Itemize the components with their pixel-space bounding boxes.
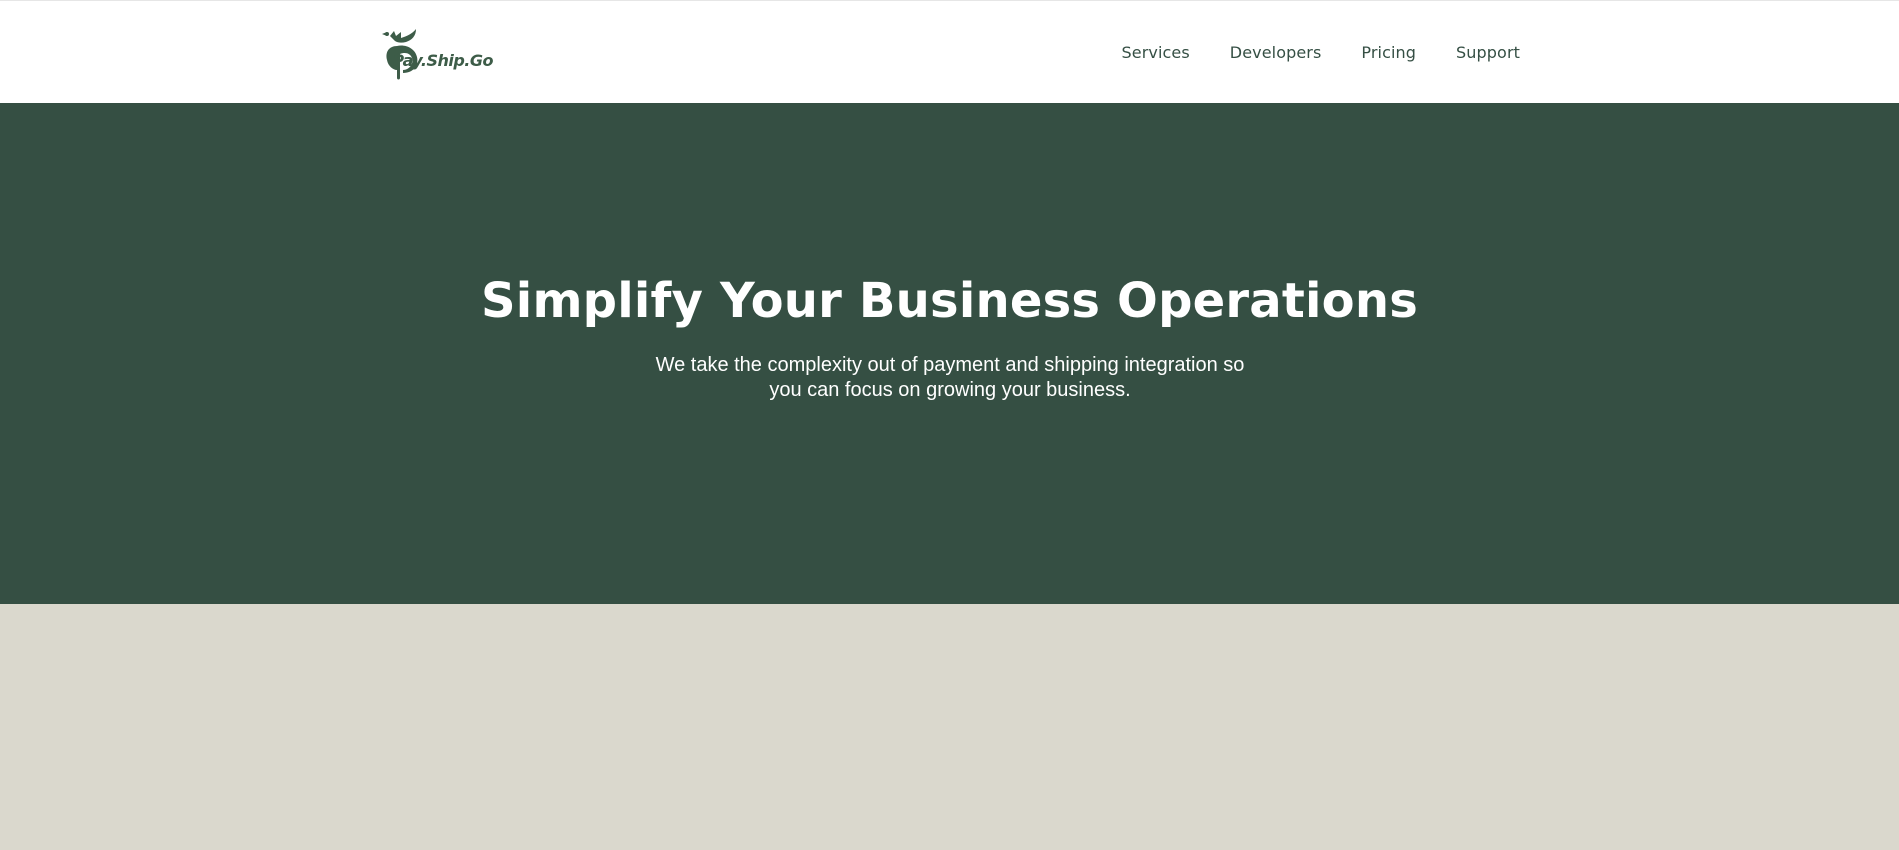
content-section [0,604,1899,850]
nav-link-services[interactable]: Services [1122,43,1190,62]
nav-link-developers[interactable]: Developers [1230,43,1322,62]
hero-subtitle: We take the complexity out of payment an… [655,354,1245,401]
nav-link-pricing[interactable]: Pricing [1361,43,1416,62]
hero-section: Simplify Your Business Operations We tak… [0,103,1899,604]
brand-logo[interactable]: Pay.Ship.Go [381,26,494,82]
main-nav: Services Developers Pricing Support [1122,1,1521,104]
site-header: Pay.Ship.Go Services Developers Pricing … [0,0,1899,103]
logo-text: Pay.Ship.Go [392,51,493,70]
hero-title: Simplify Your Business Operations [481,273,1418,329]
nav-link-support[interactable]: Support [1456,43,1520,62]
